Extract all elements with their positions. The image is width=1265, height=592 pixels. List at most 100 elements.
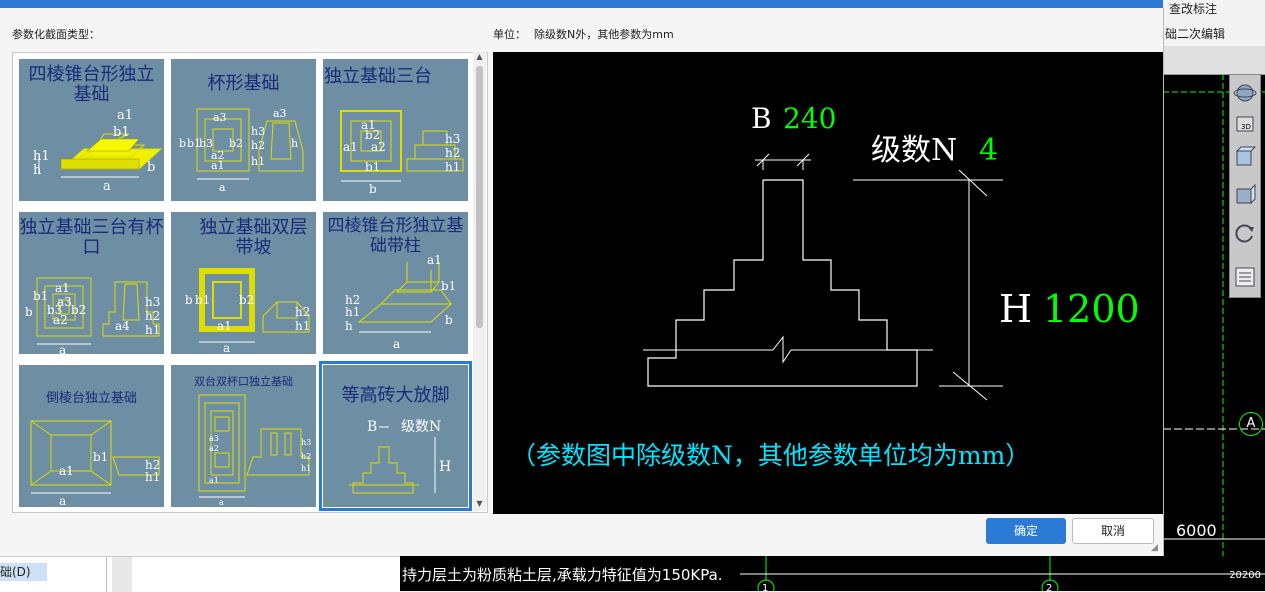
svg-text:h1: h1 — [33, 149, 50, 164]
three-step-footing-icon: a1 b2 a2 a1 b1 b h3 h2 h1 — [340, 110, 464, 196]
cancel-button[interactable]: 取消 — [1072, 518, 1154, 544]
svg-text:b1: b1 — [441, 279, 456, 293]
section-type-label: 参数化截面类型： — [12, 28, 100, 41]
svg-text:h: h — [345, 319, 353, 333]
svg-text:h1: h1 — [445, 160, 460, 174]
cad-note-text: 持力层土为粉质粘土层,承载力特征值为150KPa. — [402, 566, 723, 584]
scroll-down-icon[interactable]: ▼ — [473, 499, 486, 511]
svg-text:a: a — [103, 179, 111, 194]
svg-text:a2: a2 — [371, 140, 386, 154]
tile-inverted-frustum-footing[interactable]: 倒棱台独立基础 b1 a1 h2 h1 a — [19, 365, 164, 507]
toolbar-secondary-edit[interactable]: 础二次编辑 — [1165, 25, 1225, 42]
svg-text:b3: b3 — [199, 137, 213, 150]
preview-h-label: H — [999, 287, 1032, 331]
tile-pyramid-footing-column[interactable]: 四棱锥台形独立基础带柱 a1 b1 h2 h1 h a b — [323, 212, 468, 354]
tile-double-slope-footing[interactable]: 独立基础双层带坡 b b1 b2 a1 h2 h1 a — [171, 212, 316, 354]
ok-button[interactable]: 确定 — [986, 518, 1066, 544]
svg-text:a: a — [223, 341, 230, 354]
svg-text:b1: b1 — [195, 293, 210, 307]
preview-drawing: B 240 级数N 4 H 1200 （参数图中除级数N，其他参数单位均为mm） — [511, 102, 1140, 470]
svg-text:h1: h1 — [301, 464, 311, 473]
resize-grip-icon[interactable]: ◢ — [1151, 543, 1161, 553]
app-toolbar: 查改标注 础二次编辑 — [1163, 0, 1265, 47]
preview-unit-note: （参数图中除级数N，其他参数单位均为mm） — [511, 441, 1030, 470]
view-front-icon[interactable] — [1233, 183, 1257, 207]
preview-n-label: 级数N — [871, 133, 957, 168]
double-cup-footing-icon: a3 a2 a1 h3 h2 h1 a — [198, 394, 311, 507]
double-slope-footing-icon: b b1 b2 a1 h2 h1 a — [185, 268, 310, 354]
toolbar-edit-annotation[interactable]: 查改标注 — [1169, 0, 1217, 17]
section-type-gallery: 四棱锥台形独立基础 a a1 b1 h1 h b 杯形基础 a3 a2 b b1… — [12, 52, 488, 513]
dimension-20200: 20200 — [1229, 570, 1261, 581]
cad-axis-bubbles: 1 2 — [740, 556, 1265, 591]
preview-b-label: B — [751, 102, 772, 135]
tile-double-cup-footing[interactable]: 双台双杯口独立基础 a3 a2 a1 h3 h2 h1 a — [171, 365, 316, 507]
svg-text:b1: b1 — [113, 125, 130, 140]
svg-text:b: b — [179, 137, 186, 150]
svg-text:a: a — [219, 181, 226, 194]
svg-text:h1: h1 — [345, 305, 360, 319]
svg-text:a1: a1 — [211, 159, 225, 172]
left-panel: 础(D) — [0, 556, 400, 592]
svg-text:a1: a1 — [427, 253, 442, 267]
svg-text:h3: h3 — [301, 438, 311, 447]
cad-tab-strip — [1163, 46, 1265, 75]
section-preview: B 240 级数N 4 H 1200 （参数图中除级数N，其他参数单位均为mm） — [493, 52, 1163, 514]
svg-text:b3: b3 — [47, 303, 62, 317]
svg-text:a: a — [219, 498, 224, 507]
svg-text:级数N: 级数N — [401, 419, 441, 435]
svg-text:b: b — [147, 160, 155, 175]
svg-text:b2: b2 — [239, 293, 254, 307]
unit-label: 单位： 除级数N外，其他参数为mm — [493, 26, 674, 42]
svg-text:h: h — [291, 137, 298, 150]
svg-text:h1: h1 — [295, 319, 310, 333]
gallery-scrollbar[interactable]: ▲ ▼ — [473, 52, 486, 511]
rotate-icon[interactable] — [1233, 221, 1257, 245]
tile-pyramid-footing[interactable]: 四棱锥台形独立基础 a a1 b1 h1 h b — [19, 59, 164, 201]
svg-text:a2: a2 — [209, 444, 219, 453]
layer-list-icon[interactable] — [1233, 265, 1257, 289]
svg-text:a: a — [59, 494, 66, 507]
svg-text:h: h — [33, 163, 42, 178]
panel-divider — [106, 557, 107, 592]
scroll-up-icon[interactable]: ▲ — [473, 52, 486, 64]
left-panel-item-foundation[interactable]: 础(D) — [0, 563, 47, 581]
view-toolbar: 3D — [1229, 74, 1261, 298]
svg-text:b: b — [369, 182, 377, 196]
svg-text:a3: a3 — [273, 107, 287, 120]
svg-text:h1: h1 — [251, 155, 265, 168]
orbit-icon[interactable] — [1233, 81, 1257, 105]
brick-stepped-footing-icon: B 级数N H — [349, 419, 451, 494]
view-3d-icon[interactable]: 3D — [1233, 111, 1257, 135]
svg-text:a1: a1 — [209, 476, 219, 485]
cup-footing-icon: a3 a2 b b1 b3 b2 a1 h3 h2 h1 h a3 a — [179, 107, 304, 194]
svg-text:a1: a1 — [55, 281, 70, 295]
svg-text:a4: a4 — [115, 319, 130, 333]
svg-text:h3: h3 — [445, 132, 460, 146]
axis-2-label: 2 — [1046, 583, 1052, 591]
svg-text:h3: h3 — [145, 295, 160, 309]
pyramid-footing-column-icon: a1 b1 h2 h1 h a b — [345, 253, 456, 351]
pyramid-footing-icon: a a1 b1 h1 h b — [33, 108, 163, 194]
svg-text:h2: h2 — [295, 305, 310, 319]
tile-brick-stepped-footing[interactable]: 等高砖大放脚 B 级数N H — [319, 361, 472, 511]
svg-text:b: b — [25, 305, 33, 319]
svg-text:a: a — [393, 337, 400, 351]
svg-text:a3: a3 — [213, 111, 227, 124]
tile-three-step-footing[interactable]: 独立基础三台 a1 b2 a2 a1 b1 b h3 h2 h1 — [323, 59, 468, 201]
view-top-icon[interactable] — [1233, 145, 1257, 169]
svg-text:h3: h3 — [251, 125, 265, 138]
panel-splitter[interactable] — [112, 557, 132, 592]
svg-text:H: H — [439, 459, 451, 475]
svg-text:b2: b2 — [71, 303, 86, 317]
tile-three-step-cup-footing[interactable]: 独立基础三台有杯口 a1 a2 a3 b1 b3 b2 b a4 h3 h2 h… — [19, 212, 164, 354]
tile-cup-footing[interactable]: 杯形基础 a3 a2 b b1 b3 b2 a1 h3 h2 h1 h a3 a — [171, 59, 316, 201]
svg-text:a1: a1 — [117, 108, 133, 123]
svg-text:b1: b1 — [93, 450, 108, 464]
cad-bottom-area: 持力层土为粉质粘土层,承载力特征值为150KPa. 1 2 20200 — [400, 556, 1265, 591]
axis-1-label: 1 — [762, 583, 768, 591]
scroll-thumb[interactable] — [476, 66, 483, 328]
svg-text:h1: h1 — [145, 323, 160, 337]
svg-text:h2: h2 — [445, 146, 460, 160]
inverted-frustum-footing-icon: b1 a1 h2 h1 a — [30, 420, 160, 507]
